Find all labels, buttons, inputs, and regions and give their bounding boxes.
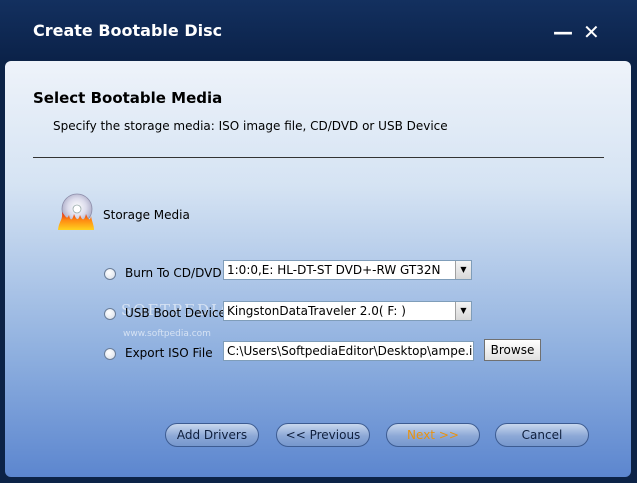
disc-flame-icon (58, 193, 94, 230)
next-button[interactable]: Next >> (386, 423, 480, 447)
page-title: Select Bootable Media (33, 89, 223, 107)
watermark-url: www.softpedia.com (123, 329, 211, 339)
cancel-button[interactable]: Cancel (495, 423, 589, 447)
page-subtitle: Specify the storage media: ISO image fil… (53, 119, 448, 133)
export-iso-radio[interactable] (104, 348, 116, 360)
content-panel: Select Bootable Media Specify the storag… (5, 61, 631, 477)
burn-cd-radio[interactable] (104, 268, 116, 280)
window-title: Create Bootable Disc (33, 21, 223, 40)
usb-device-radio[interactable] (104, 308, 116, 320)
chevron-down-icon[interactable]: ▼ (455, 302, 471, 320)
minimize-button[interactable]: — (553, 22, 573, 42)
iso-path-field[interactable]: C:\Users\SoftpediaEditor\Desktop\ampe.is… (223, 341, 474, 361)
usb-device-label: USB Boot Device (125, 306, 226, 320)
burn-drive-select[interactable]: 1:0:0,E: HL-DT-ST DVD+-RW GT32N A2 ▼ (223, 260, 472, 280)
burn-cd-label: Burn To CD/DVD (125, 266, 222, 280)
close-button[interactable]: ✕ (583, 22, 600, 42)
iso-path-value: C:\Users\SoftpediaEditor\Desktop\ampe.is… (227, 344, 474, 358)
burn-drive-value: 1:0:0,E: HL-DT-ST DVD+-RW GT32N A2 (227, 263, 472, 277)
header-divider (33, 157, 604, 158)
usb-device-select[interactable]: KingstonDataTraveler 2.0( F: ) ▼ (223, 301, 472, 321)
export-iso-label: Export ISO File (125, 346, 213, 360)
storage-media-label: Storage Media (103, 208, 190, 222)
previous-button[interactable]: << Previous (276, 423, 370, 447)
chevron-down-icon[interactable]: ▼ (455, 261, 471, 279)
browse-button[interactable]: Browse (484, 339, 541, 361)
usb-device-value: KingstonDataTraveler 2.0( F: ) (227, 304, 406, 318)
title-bar: Create Bootable Disc — ✕ (0, 0, 637, 60)
add-drivers-button[interactable]: Add Drivers (165, 423, 259, 447)
